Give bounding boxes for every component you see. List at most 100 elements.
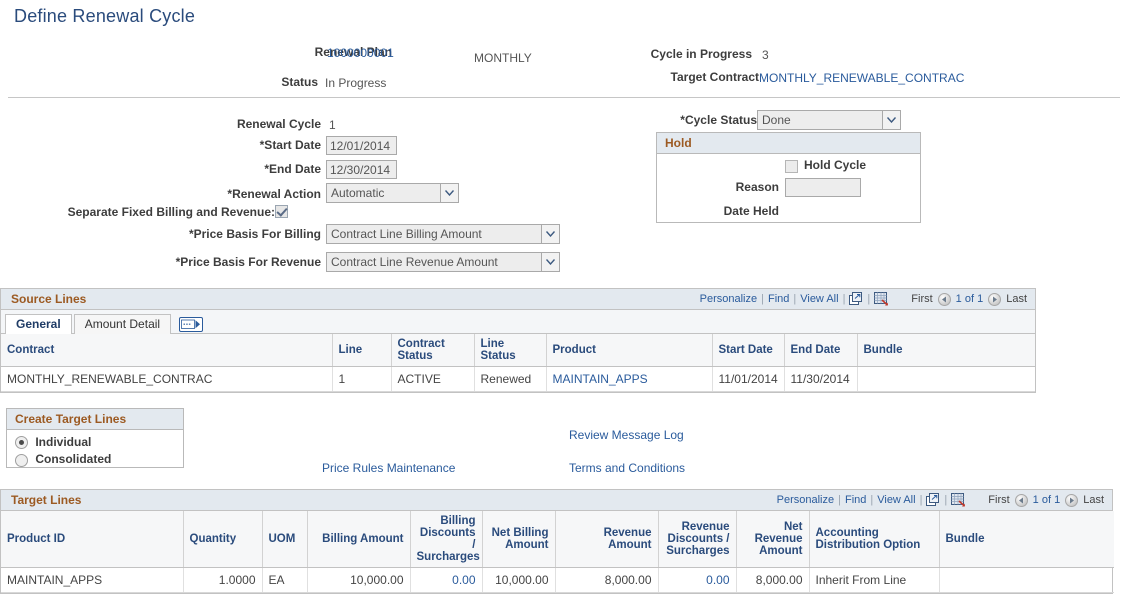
- tab-general[interactable]: General: [5, 314, 72, 334]
- status-value: In Progress: [325, 76, 386, 90]
- cell-bundle: [857, 367, 1035, 392]
- terms-and-conditions-link[interactable]: Terms and Conditions: [569, 461, 685, 475]
- end-date-label: *End Date: [264, 162, 321, 176]
- create-target-lines-body: Individual Consolidated: [7, 430, 183, 472]
- cycle-in-progress-label: Cycle in Progress: [651, 47, 752, 61]
- hold-cycle-checkbox[interactable]: [785, 160, 798, 173]
- toolbar-separator: |: [867, 293, 870, 305]
- radio-option-consolidated[interactable]: Consolidated: [15, 452, 175, 466]
- cell-contract: MONTHLY_RENEWABLE_CONTRAC: [1, 367, 332, 392]
- cell-uom: EA: [262, 568, 307, 593]
- personalize-link[interactable]: Personalize: [777, 494, 834, 506]
- last-link[interactable]: Last: [1006, 293, 1027, 305]
- expand-window-icon[interactable]: [849, 292, 863, 306]
- cycle-status-select[interactable]: Done: [757, 110, 901, 130]
- target-lines-grid: Target Lines Personalize | Find | View A…: [0, 489, 1113, 594]
- find-link[interactable]: Find: [845, 494, 866, 506]
- renewal-cycle-value: 1: [329, 118, 336, 132]
- hold-cycle-label: Hold Cycle: [804, 158, 866, 172]
- next-page-icon[interactable]: [988, 293, 1001, 306]
- expand-window-icon[interactable]: [926, 493, 940, 507]
- price-basis-revenue-label: *Price Basis For Revenue: [176, 255, 321, 269]
- price-basis-billing-value: Contract Line Billing Amount: [327, 225, 541, 243]
- renewal-action-value: Automatic: [327, 184, 440, 202]
- renewal-action-select[interactable]: Automatic: [326, 183, 459, 203]
- show-all-columns-icon[interactable]: [179, 317, 203, 332]
- col-quantity: Quantity: [183, 511, 262, 568]
- status-label: Status: [281, 75, 318, 89]
- cell-revenue-discounts[interactable]: 0.00: [658, 568, 736, 593]
- col-bundle: Bundle: [857, 334, 1035, 367]
- col-revenue-amount: Revenue Amount: [555, 511, 658, 568]
- toolbar-separator: |: [761, 293, 764, 305]
- cell-accounting-distribution-option: Inherit From Line: [809, 568, 939, 593]
- col-line: Line: [332, 334, 391, 367]
- date-held-label: Date Held: [687, 204, 779, 218]
- find-link[interactable]: Find: [768, 293, 789, 305]
- source-lines-grid: Source Lines Personalize | Find | View A…: [0, 288, 1036, 393]
- cell-line-status: Renewed: [474, 367, 546, 392]
- view-all-link[interactable]: View All: [877, 494, 915, 506]
- review-message-log-link[interactable]: Review Message Log: [569, 428, 684, 442]
- price-basis-billing-select[interactable]: Contract Line Billing Amount: [326, 224, 560, 244]
- toolbar-separator: |: [870, 494, 873, 506]
- separate-billing-revenue-checkbox[interactable]: [275, 205, 288, 218]
- source-lines-table: Contract Line Contract Status Line Statu…: [1, 334, 1035, 392]
- radio-option-individual[interactable]: Individual: [15, 435, 175, 449]
- page-counter: 1 of 1: [956, 293, 984, 305]
- col-revenue-discounts-surcharges: Revenue Discounts / Surcharges: [658, 511, 736, 568]
- hold-group-body: Hold Cycle Reason Date Held: [657, 154, 920, 223]
- cycle-in-progress-field: Cycle in Progress: [600, 47, 752, 61]
- toolbar-separator: |: [838, 494, 841, 506]
- source-lines-pagination: First 1 of 1 Last: [911, 293, 1027, 306]
- col-contract-status: Contract Status: [391, 334, 474, 367]
- col-uom: UOM: [262, 511, 307, 568]
- reason-label: Reason: [687, 180, 779, 194]
- end-date-input[interactable]: [326, 160, 397, 179]
- col-billing-amount: Billing Amount: [307, 511, 410, 568]
- chevron-down-icon: [541, 225, 559, 243]
- view-all-link[interactable]: View All: [800, 293, 838, 305]
- source-lines-header-row: Contract Line Contract Status Line Statu…: [1, 334, 1035, 367]
- col-end-date: End Date: [784, 334, 857, 367]
- target-contract-label: Target Contract: [671, 70, 759, 84]
- start-date-field-label: *Start Date: [0, 138, 321, 152]
- cell-start-date: 11/01/2014: [712, 367, 784, 392]
- end-date-field-label: *End Date: [0, 162, 321, 176]
- target-lines-title: Target Lines: [11, 493, 81, 507]
- first-link[interactable]: First: [911, 293, 932, 305]
- target-contract-value[interactable]: MONTHLY_RENEWABLE_CONTRAC: [759, 71, 964, 85]
- last-link[interactable]: Last: [1083, 494, 1104, 506]
- col-net-billing-amount: Net Billing Amount: [482, 511, 555, 568]
- table-row: MONTHLY_RENEWABLE_CONTRAC 1 ACTIVE Renew…: [1, 367, 1035, 392]
- tab-amount-detail[interactable]: Amount Detail: [74, 314, 171, 334]
- cell-billing-discounts[interactable]: 0.00: [410, 568, 482, 593]
- cell-end-date: 11/30/2014: [784, 367, 857, 392]
- status-field: Status: [0, 75, 318, 89]
- cell-product[interactable]: MAINTAIN_APPS: [546, 367, 712, 392]
- download-to-excel-icon[interactable]: [874, 292, 889, 306]
- reason-input[interactable]: [785, 178, 861, 197]
- cell-net-billing-amount: 10,000.00: [482, 568, 555, 593]
- renewal-plan-value[interactable]: 1000000001: [327, 46, 394, 60]
- first-link[interactable]: First: [988, 494, 1009, 506]
- renewal-cycle-label: Renewal Cycle: [237, 117, 321, 131]
- radio-consolidated-label: Consolidated: [35, 452, 111, 466]
- cell-revenue-amount: 8,000.00: [555, 568, 658, 593]
- download-to-excel-icon[interactable]: [951, 493, 966, 507]
- previous-page-icon[interactable]: [938, 293, 951, 306]
- radio-individual-icon: [15, 436, 28, 449]
- personalize-link[interactable]: Personalize: [700, 293, 757, 305]
- cell-quantity: 1.0000: [183, 568, 262, 593]
- previous-page-icon[interactable]: [1015, 494, 1028, 507]
- cell-line: 1: [332, 367, 391, 392]
- next-page-icon[interactable]: [1065, 494, 1078, 507]
- source-lines-toolbar: Personalize | Find | View All | |: [700, 292, 1027, 306]
- price-basis-revenue-select[interactable]: Contract Line Revenue Amount: [326, 252, 560, 272]
- start-date-input[interactable]: [326, 136, 397, 155]
- target-lines-table: Product ID Quantity UOM Billing Amount B…: [1, 511, 1114, 593]
- price-rules-maintenance-link[interactable]: Price Rules Maintenance: [322, 461, 455, 475]
- price-basis-revenue-field-label: *Price Basis For Revenue: [0, 255, 321, 269]
- cell-bundle: [939, 568, 1114, 593]
- col-product: Product: [546, 334, 712, 367]
